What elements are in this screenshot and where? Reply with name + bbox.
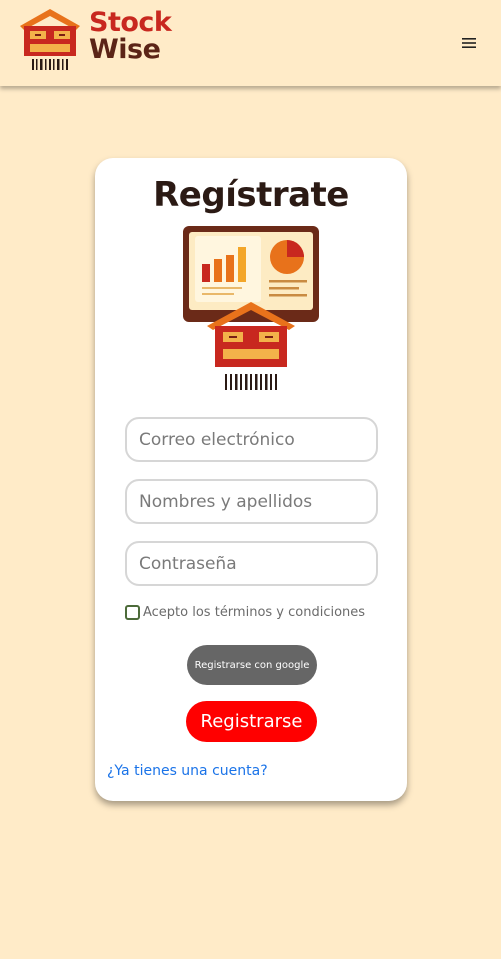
full-name-field[interactable] (125, 479, 378, 524)
login-link[interactable]: ¿Ya tienes una cuenta? (107, 763, 268, 779)
terms-checkbox[interactable] (125, 604, 140, 620)
warehouse-dashboard-illustration-icon (183, 226, 319, 390)
terms-label[interactable]: Acepto los términos y condiciones (143, 605, 365, 620)
brand-line-1: Stock (89, 7, 172, 38)
register-button[interactable]: Registrarse (186, 701, 317, 742)
hamburger-menu-icon[interactable] (460, 36, 478, 52)
register-card: Regístrate Correo electrónico Nombres y … (95, 158, 407, 801)
google-register-button[interactable]: Registrarse con google (187, 645, 317, 685)
brand-line-2: Wise (89, 34, 161, 65)
terms-row: Acepto los términos y condiciones (125, 603, 365, 621)
brand-name: Stock Wise (89, 7, 172, 65)
stockwise-logo-icon[interactable] (18, 6, 82, 72)
page-title: Regístrate (153, 175, 349, 215)
email-field[interactable] (125, 417, 378, 462)
top-header: Stock Wise (0, 0, 501, 86)
password-field[interactable] (125, 541, 378, 586)
